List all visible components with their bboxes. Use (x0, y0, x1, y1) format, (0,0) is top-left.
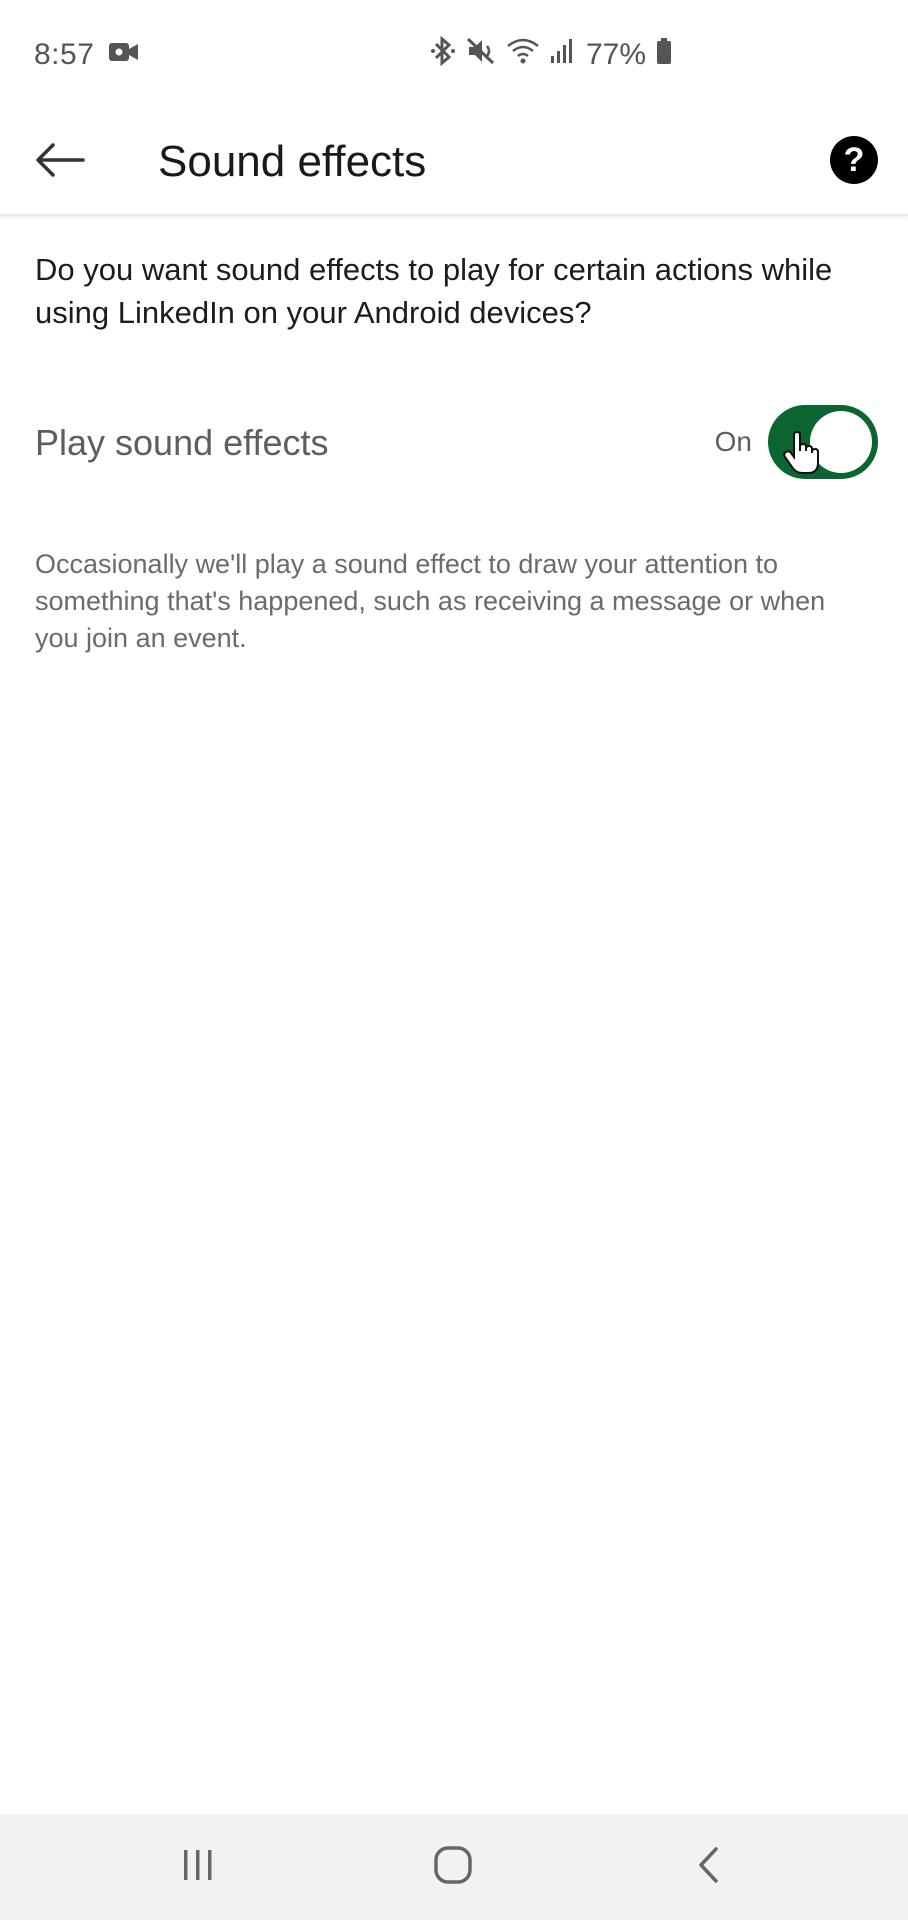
back-icon (694, 1845, 724, 1890)
back-button[interactable] (20, 126, 100, 198)
system-back-button[interactable] (664, 1832, 754, 1902)
setting-row-play-sound-effects: Play sound effects On (35, 400, 878, 486)
setting-label: Play sound effects (35, 422, 329, 463)
help-icon: ? (843, 141, 865, 179)
bluetooth-icon (430, 35, 456, 74)
home-icon (433, 1845, 473, 1890)
hand-cursor-icon (782, 430, 822, 475)
battery-icon (656, 36, 672, 74)
sound-effects-toggle[interactable] (768, 405, 878, 479)
back-arrow-icon (35, 142, 85, 183)
video-camera-icon (108, 38, 140, 72)
wifi-icon (506, 36, 540, 74)
recent-apps-button[interactable] (153, 1832, 243, 1902)
status-time: 8:57 (34, 38, 95, 71)
app-bar: Sound effects ? (0, 110, 908, 216)
status-battery-text: 77% (586, 38, 647, 71)
navigation-bar (0, 1814, 908, 1920)
help-button[interactable]: ? (830, 136, 878, 184)
setting-description: Occasionally we'll play a sound effect t… (35, 549, 826, 653)
home-button[interactable] (408, 1832, 498, 1902)
toggle-state-label: On (714, 426, 752, 457)
screen: 8:57 77% Sound effects ? Do you want sou… (0, 0, 908, 1920)
status-bar: 8:57 77% (0, 0, 908, 110)
signal-icon (550, 36, 576, 74)
question-text: Do you want sound effects to play for ce… (35, 252, 833, 330)
mute-icon (466, 36, 496, 74)
status-icons: 77% (430, 0, 672, 110)
recent-apps-icon (178, 1847, 218, 1888)
page-title: Sound effects (158, 137, 427, 186)
status-left: 8:57 (34, 38, 140, 72)
